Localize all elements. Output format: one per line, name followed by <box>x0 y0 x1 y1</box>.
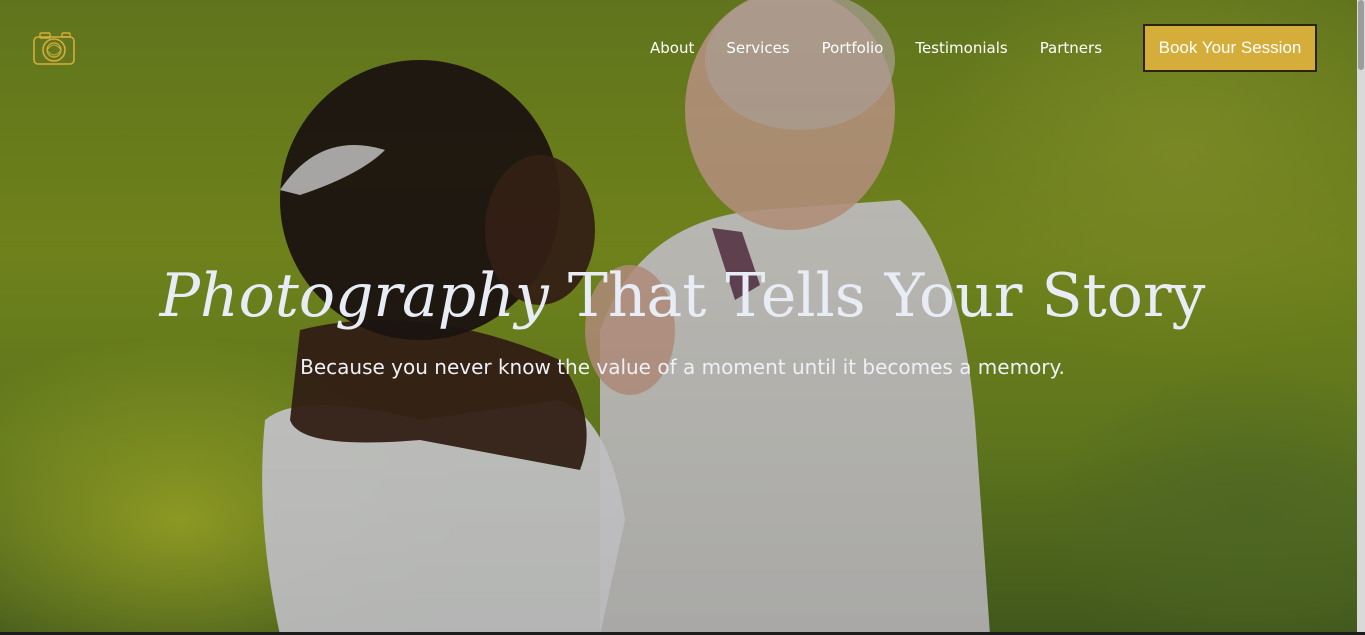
nav-testimonials[interactable]: Testimonials <box>915 39 1007 57</box>
page-scrollbar[interactable] <box>1357 0 1365 635</box>
hero-headline: Photography That Tells Your Story <box>0 256 1365 336</box>
nav-partners[interactable]: Partners <box>1040 39 1102 57</box>
nav-about[interactable]: About <box>650 39 694 57</box>
headline-rest: That Tells Your Story <box>548 261 1206 331</box>
hero-section: About Services Portfolio Testimonials Pa… <box>0 0 1365 635</box>
camera-icon[interactable] <box>32 30 76 66</box>
main-nav: About Services Portfolio Testimonials Pa… <box>634 24 1118 72</box>
headline-emphasis: Photography <box>159 261 549 331</box>
nav-portfolio[interactable]: Portfolio <box>822 39 884 57</box>
nav-services[interactable]: Services <box>726 39 789 57</box>
book-session-button[interactable]: Book Your Session <box>1143 24 1317 72</box>
scrollbar-thumb[interactable] <box>1358 0 1364 70</box>
hero-subheadline: Because you never know the value of a mo… <box>300 355 1065 379</box>
